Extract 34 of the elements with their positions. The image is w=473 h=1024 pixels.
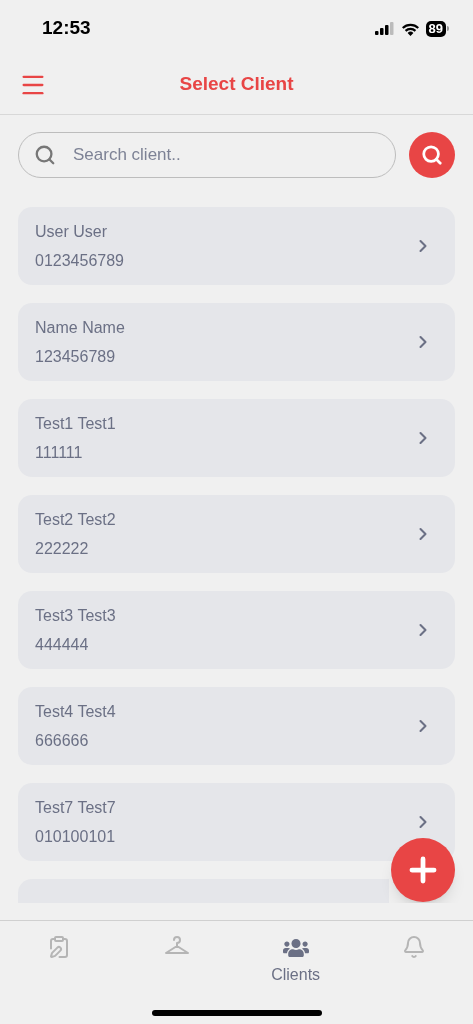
client-card[interactable]: Test4 Test4 666666 bbox=[18, 687, 455, 765]
add-client-button[interactable] bbox=[391, 838, 455, 902]
signal-icon bbox=[374, 22, 395, 35]
client-name: Test4 Test4 bbox=[35, 701, 117, 722]
battery-icon: 89 bbox=[425, 20, 449, 37]
client-card[interactable]: Test7 Test7 010100101 bbox=[18, 783, 455, 861]
client-name: Test1 Test1 bbox=[35, 413, 117, 434]
bell-icon bbox=[401, 935, 426, 959]
client-phone: 123456789 bbox=[35, 346, 117, 367]
client-card[interactable]: Test1 Test1 111111 bbox=[18, 399, 455, 477]
hanger-icon bbox=[164, 935, 191, 957]
client-phone: 222222 bbox=[35, 538, 90, 559]
client-phone: 666666 bbox=[35, 730, 90, 751]
client-name: Test3 Test3 bbox=[35, 605, 117, 626]
nav-tab[interactable]: Clients bbox=[236, 935, 355, 987]
page-title: Select Client bbox=[179, 72, 294, 97]
client-name: Test7 Test7 bbox=[35, 797, 117, 818]
client-name: User User bbox=[35, 221, 108, 242]
client-card[interactable]: Test2 Test2 222222 bbox=[18, 495, 455, 573]
search-icon bbox=[34, 144, 56, 166]
search-button[interactable] bbox=[409, 132, 455, 178]
search-field[interactable]: Search client.. bbox=[18, 132, 396, 178]
client-name: Name Name bbox=[35, 317, 126, 338]
search-icon bbox=[421, 144, 443, 166]
client-phone: 444444 bbox=[35, 634, 90, 655]
client-card[interactable]: User User 0123456789 bbox=[18, 207, 455, 285]
status-time: 12:53 bbox=[42, 16, 91, 41]
client-phone: 111111 bbox=[35, 442, 84, 463]
wifi-icon bbox=[400, 21, 420, 36]
client-card[interactable]: Test3 Test3 444444 bbox=[18, 591, 455, 669]
client-phone: 0123456789 bbox=[35, 250, 125, 271]
client-name: Test2 Test2 bbox=[35, 509, 117, 530]
client-phone: 010100101 bbox=[35, 826, 117, 847]
client-card[interactable]: Name Name 123456789 bbox=[18, 303, 455, 381]
